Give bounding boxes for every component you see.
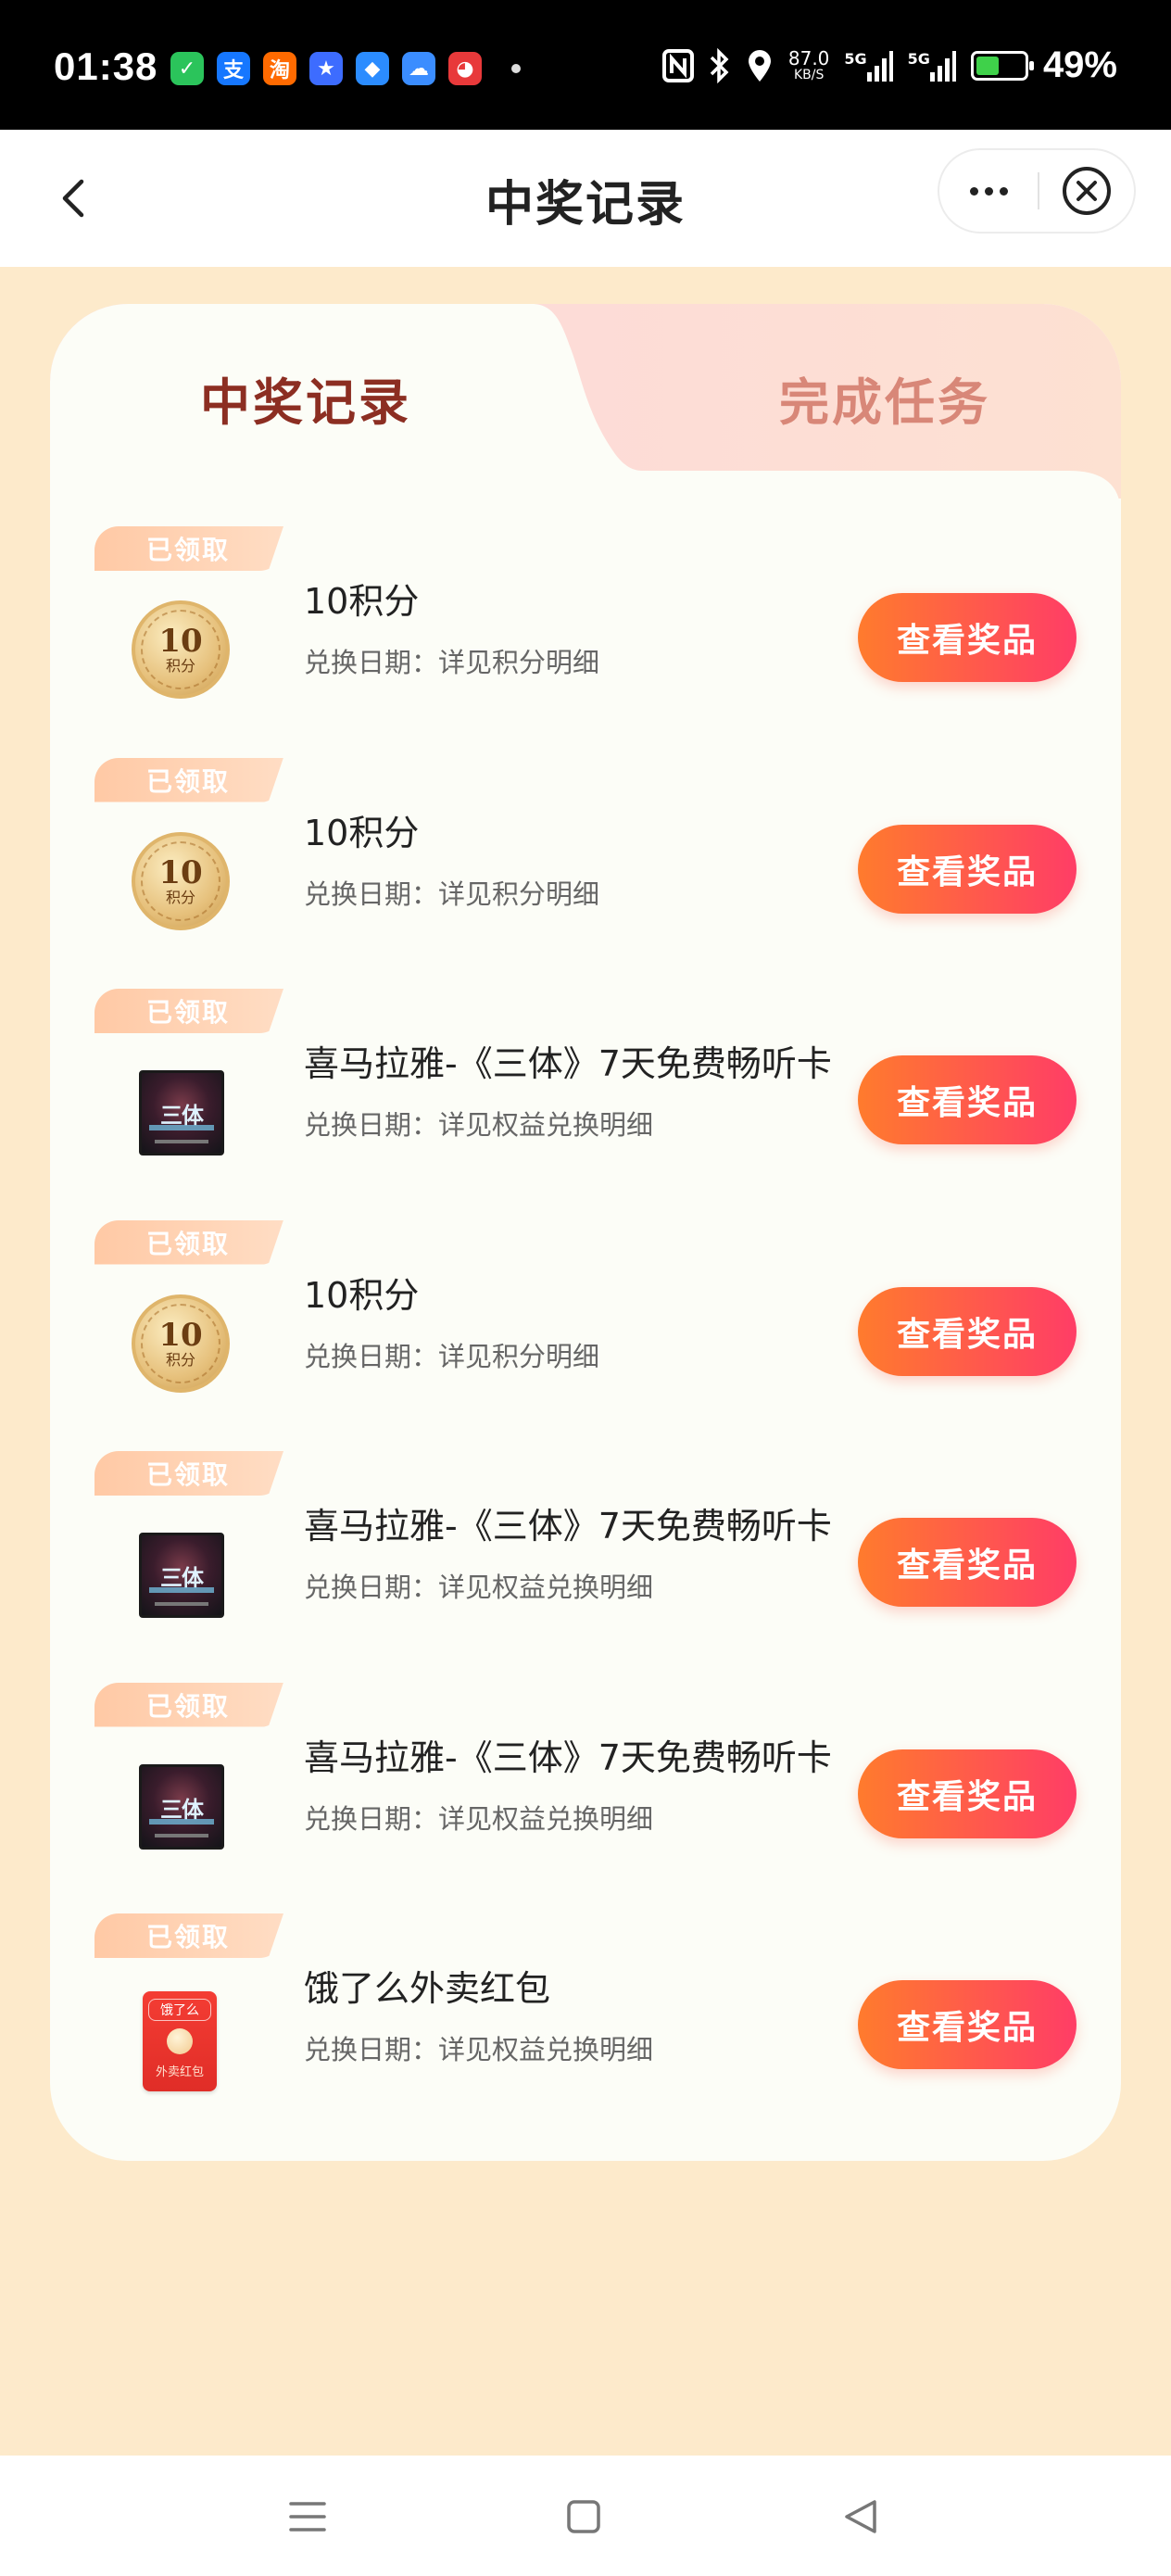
prize-title: 喜马拉雅-《三体》7天免费畅听卡: [304, 1043, 832, 1084]
home-square-icon[interactable]: [556, 2489, 611, 2544]
tab-win-records[interactable]: 中奖记录: [50, 361, 561, 435]
location-icon: [748, 49, 771, 82]
coin-label: 积分: [165, 1350, 195, 1369]
battery-percent: 49%: [1042, 44, 1117, 85]
redeem-date: 兑换日期：详见积分明细: [304, 1340, 600, 1372]
status-time: 01:38: [54, 44, 158, 88]
prize-title: 10积分: [304, 581, 420, 622]
view-prize-button[interactable]: 查看奖品: [858, 1518, 1077, 1607]
list-item: 已领取 三体 喜马拉雅-《三体》7天免费畅听卡 兑换日期：详见权益兑换明细 查看…: [50, 989, 1121, 1220]
prize-title: 喜马拉雅-《三体》7天免费畅听卡: [304, 1506, 832, 1547]
audiobook-cover-image: 三体: [139, 1070, 224, 1155]
status-badge: 已领取: [94, 1913, 283, 1958]
redeem-date: 兑换日期：详见积分明细: [304, 647, 600, 678]
close-circle-button[interactable]: [1039, 150, 1134, 232]
prize-title: 10积分: [304, 812, 420, 853]
network-speed-value: 87.0: [787, 46, 830, 69]
coin-value: 10: [158, 623, 203, 660]
tab-bar: 中奖记录 完成任务: [50, 304, 1121, 515]
status-badge: 已领取: [94, 757, 283, 802]
cloud-app-icon: ☁: [402, 52, 435, 85]
network-speed-unit: KB/S: [793, 67, 825, 82]
points-coin-icon: 10 积分: [132, 831, 230, 930]
status-bar: 01:38 ✓ 支 淘 ★ ◆ ☁ ◕ 87.0 KB/S 5G 5G 49%: [0, 0, 1171, 130]
audiobook-cover-image: 三体: [139, 1533, 224, 1618]
list-item: 已领取 10 积分 10积分 兑换日期：详见积分明细 查看奖品: [50, 526, 1121, 758]
signal-2-label: 5G: [907, 49, 930, 68]
view-prize-button[interactable]: 查看奖品: [858, 1749, 1077, 1838]
view-prize-button[interactable]: 查看奖品: [858, 1980, 1077, 2069]
menu-lines-icon[interactable]: [280, 2489, 335, 2544]
view-prize-button[interactable]: 查看奖品: [858, 1286, 1077, 1376]
signal-1: 5G: [844, 49, 893, 82]
blue-app-icon: ◆: [356, 52, 389, 85]
coin-label: 积分: [165, 657, 195, 675]
records-card: 中奖记录 完成任务 已领取 10 积分 10积分 兑换日期：详见积分明细 查看奖品…: [50, 304, 1121, 2161]
list-item: 已领取 10 积分 10积分 兑换日期：详见积分明细 查看奖品: [50, 1219, 1121, 1452]
signal-2: 5G: [908, 50, 956, 82]
view-prize-button[interactable]: 查看奖品: [858, 1055, 1077, 1144]
red-packet-brand: 饿了么: [148, 1999, 211, 2021]
view-prize-button[interactable]: 查看奖品: [858, 824, 1077, 914]
tab-complete-tasks[interactable]: 完成任务: [639, 361, 1121, 435]
more-notifications-dot: [511, 64, 521, 73]
status-badge: 已领取: [94, 1219, 283, 1265]
alipay-icon: 支: [217, 52, 250, 85]
battery-fill: [976, 56, 1000, 75]
status-badge: 已领取: [94, 526, 283, 571]
prize-title: 喜马拉雅-《三体》7天免费畅听卡: [304, 1736, 832, 1778]
status-badge: 已领取: [94, 989, 283, 1033]
back-triangle-icon[interactable]: [834, 2489, 889, 2544]
bluetooth-icon: [710, 47, 729, 83]
records-list: 已领取 10 积分 10积分 兑换日期：详见积分明细 查看奖品 已领取 10 积分 …: [50, 526, 1121, 2145]
wechat-icon: ✓: [170, 52, 204, 85]
taobao-icon: 淘: [263, 52, 296, 85]
notification-app-icons: ✓ 支 淘 ★ ◆ ☁ ◕: [170, 52, 521, 85]
points-coin-icon: 10 积分: [132, 600, 230, 699]
signal-bars-icon: [866, 50, 893, 82]
red-app-icon: ◕: [448, 52, 482, 85]
coin-value: 10: [158, 853, 203, 891]
close-circle-icon: [1063, 167, 1111, 215]
list-item: 已领取 饿了么 外卖红包 饿了么外卖红包 兑换日期：详见权益兑换明细 查看奖品: [50, 1913, 1121, 2145]
redeem-date: 兑换日期：详见权益兑换明细: [304, 1802, 654, 1835]
red-packet-icon: 饿了么 外卖红包: [143, 1991, 217, 2091]
prize-title: 10积分: [304, 1274, 420, 1316]
audiobook-cover-image: 三体: [139, 1763, 224, 1850]
list-item: 已领取 10 积分 10积分 兑换日期：详见积分明细 查看奖品: [50, 757, 1121, 990]
status-badge: 已领取: [94, 1451, 283, 1496]
signal-1-label: 5G: [844, 49, 867, 68]
mini-program-capsule: [938, 148, 1136, 234]
coin-value: 10: [158, 1316, 203, 1354]
redeem-date: 兑换日期：详见积分明细: [304, 878, 600, 910]
star-app-icon: ★: [309, 52, 343, 85]
redeem-date: 兑换日期：详见权益兑换明细: [304, 2034, 654, 2065]
prize-title: 饿了么外卖红包: [304, 1968, 551, 2009]
status-badge: 已领取: [94, 1682, 283, 1727]
battery-icon: [970, 50, 1034, 81]
points-coin-icon: 10 积分: [132, 1294, 230, 1393]
nfc-icon: [661, 48, 694, 82]
redeem-date: 兑换日期：详见权益兑换明细: [304, 1109, 654, 1141]
view-prize-button[interactable]: 查看奖品: [858, 593, 1077, 682]
red-packet-text: 外卖红包: [155, 2065, 204, 2079]
tab-bottom-edge: [569, 471, 1121, 515]
network-speed: 87.0 KB/S: [788, 49, 830, 82]
list-item: 已领取 三体 喜马拉雅-《三体》7天免费畅听卡 兑换日期：详见权益兑换明细 查看…: [50, 1451, 1121, 1683]
system-nav-bar: [0, 2456, 1171, 2576]
list-item: 已领取 三体 喜马拉雅-《三体》7天免费畅听卡 兑换日期：详见权益兑换明细 查看…: [50, 1682, 1121, 1914]
redeem-date: 兑换日期：详见权益兑换明细: [304, 1572, 654, 1603]
more-dots-icon[interactable]: [939, 150, 1038, 232]
status-indicators: 87.0 KB/S 5G 5G 49%: [661, 44, 1117, 86]
coin-label: 积分: [165, 888, 195, 906]
signal-bars-icon: [929, 50, 956, 82]
title-bar: 中奖记录: [0, 130, 1171, 267]
